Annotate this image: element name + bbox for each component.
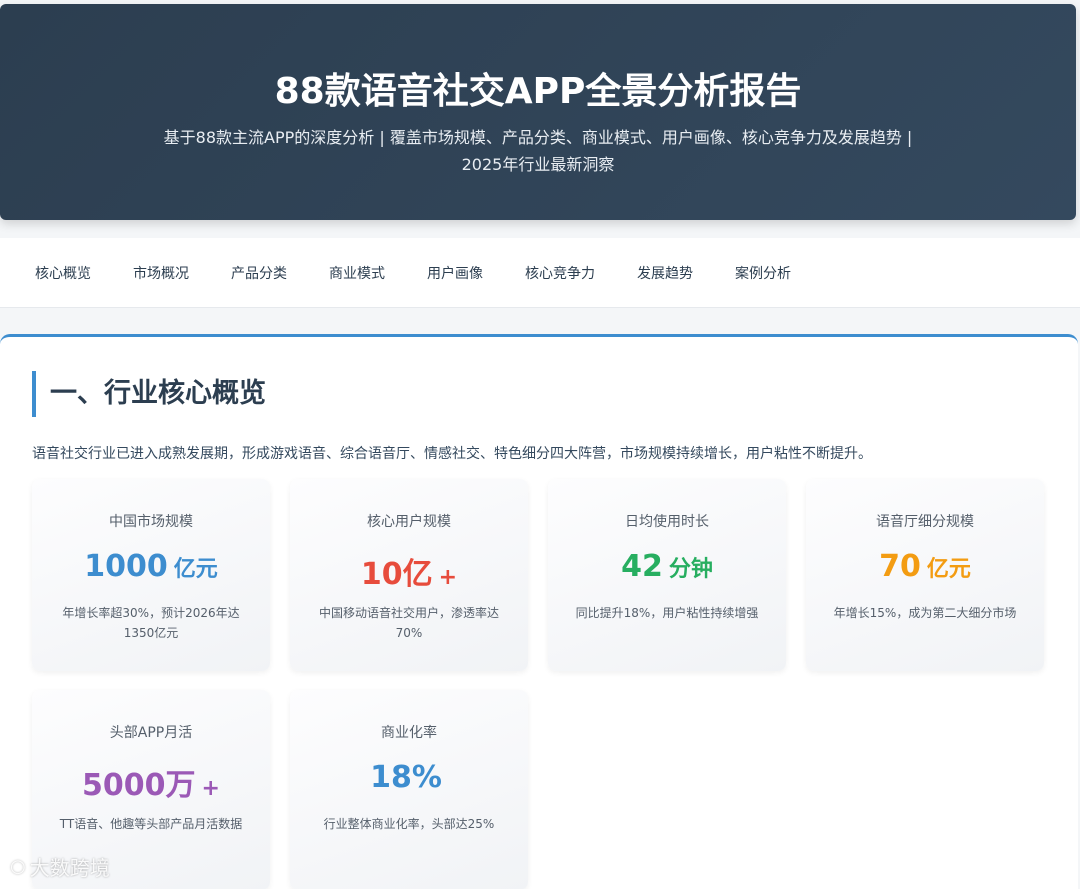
page-title: 88款语音社交APP全景分析报告 [274, 71, 802, 112]
stat-note: 同比提升18%，用户粘性持续增强 [575, 606, 759, 620]
stat-value: 18% [370, 760, 442, 795]
stat-note: TT语音、他趣等头部产品月活数据 [59, 817, 243, 831]
stat-card-commercialization-rate: 商业化率 18% 行业整体商业化率，头部达25% [290, 690, 528, 889]
stat-value: 5000万 + [82, 768, 220, 803]
stat-value: 10亿 + [360, 557, 458, 592]
report-header: 88款语音社交APP全景分析报告 基于88款主流APP的深度分析 | 覆盖市场规… [0, 4, 1076, 220]
stat-label: 中国市场规模 [109, 514, 193, 530]
nav-item-development-trends[interactable]: 发展趋势 [637, 263, 693, 283]
section-nav: 核心概览 市场概况 产品分类 商业模式 用户画像 核心竞争力 发展趋势 案例分析 [0, 238, 1080, 308]
stat-note: 年增长15%，成为第二大细分市场 [833, 606, 1017, 620]
stat-label: 语音厅细分规模 [876, 514, 974, 530]
nav-item-core-competitiveness[interactable]: 核心竞争力 [525, 263, 595, 283]
stat-label: 头部APP月活 [109, 725, 193, 741]
stat-label: 核心用户规模 [367, 514, 451, 530]
nav-item-product-category[interactable]: 产品分类 [231, 263, 287, 283]
nav-item-market-overview[interactable]: 市场概况 [133, 263, 189, 283]
stat-card-user-scale: 核心用户规模 10亿 + 中国移动语音社交用户，渗透率达70% [290, 479, 528, 671]
watermark: ○ 大数跨境 [10, 852, 110, 881]
nav-item-case-analysis[interactable]: 案例分析 [735, 263, 791, 283]
stat-value: 70 亿元 [879, 549, 971, 584]
stat-card-voice-room-scale: 语音厅细分规模 70 亿元 年增长15%，成为第二大细分市场 [806, 479, 1044, 671]
nav-item-core-overview[interactable]: 核心概览 [35, 263, 91, 283]
stat-card-daily-usage: 日均使用时长 42 分钟 同比提升18%，用户粘性持续增强 [548, 479, 786, 671]
watermark-text: 大数跨境 [29, 856, 110, 880]
page-subtitle: 基于88款主流APP的深度分析 | 覆盖市场规模、产品分类、商业模式、用户画像、… [163, 128, 913, 174]
stat-note: 中国移动语音社交用户，渗透率达70% [318, 606, 499, 640]
section-description: 语音社交行业已进入成熟发展期，形成游戏语音、综合语音厅、情感社交、特色细分四大阵… [32, 446, 872, 462]
stat-note: 年增长率超30%，预计2026年达1350亿元 [62, 606, 240, 640]
stat-note: 行业整体商业化率，头部达25% [323, 817, 495, 831]
section-title: 一、行业核心概览 [32, 371, 266, 417]
stat-value: 42 分钟 [621, 549, 713, 584]
brand-logo-icon: ○ [10, 856, 26, 877]
stat-value: 1000 亿元 [84, 549, 218, 584]
nav-item-user-profile[interactable]: 用户画像 [427, 263, 483, 283]
stat-label: 日均使用时长 [625, 514, 709, 530]
stat-card-market-size: 中国市场规模 1000 亿元 年增长率超30%，预计2026年达1350亿元 [32, 479, 270, 671]
core-overview-section: 一、行业核心概览 语音社交行业已进入成熟发展期，形成游戏语音、综合语音厅、情感社… [0, 334, 1078, 889]
nav-item-business-model[interactable]: 商业模式 [329, 263, 385, 283]
stat-label: 商业化率 [381, 725, 437, 741]
